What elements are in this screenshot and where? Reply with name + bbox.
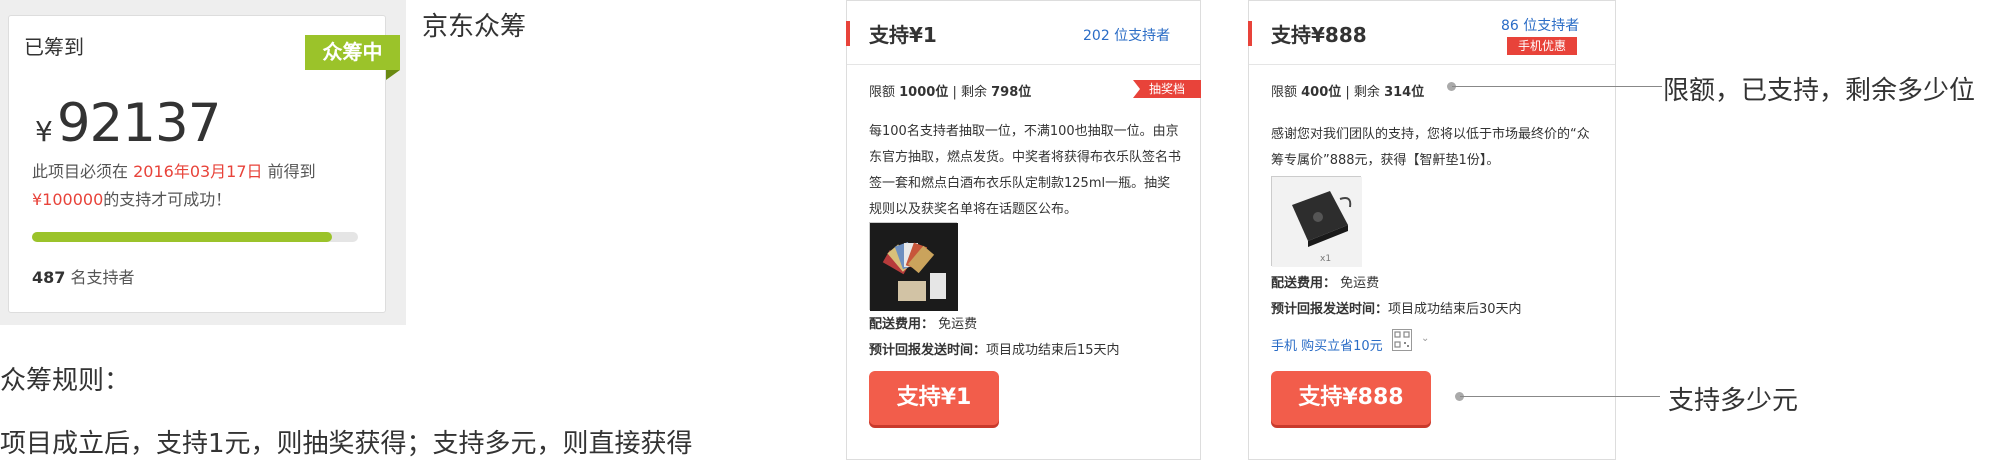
delivery-label: 预计回报发送时间： <box>869 343 987 358</box>
remaining-label: | 剩余 <box>948 85 992 100</box>
quota-label: 限额 <box>869 85 900 100</box>
delivery-value: 项目成功结束后30天内 <box>1388 302 1522 317</box>
qr-code-icon[interactable] <box>1392 329 1412 351</box>
tier-description: 每100名支持者抽取一位，不满100也抽取一位。由京东官方抽取，燃点发货。中奖者… <box>869 124 1182 217</box>
playing-cards-image-icon <box>870 223 958 311</box>
shipping-label: 配送费用： <box>869 317 935 332</box>
delivery-value: 项目成功结束后15天内 <box>986 343 1120 358</box>
tier-quota: 限额 1000位 | 剩余 798位 <box>869 81 1031 100</box>
lottery-tag: 抽奖档 <box>1133 80 1201 98</box>
shipping-info: 配送费用： 免运费 <box>869 313 977 332</box>
tier-quota: 限额 400位 | 剩余 314位 <box>1271 81 1424 100</box>
remaining-value: 314位 <box>1384 85 1425 100</box>
chevron-down-icon[interactable]: ⌄ <box>1421 333 1429 344</box>
jd-crowdfunding-label: 京东众筹 <box>422 12 527 42</box>
rules-text: 项目成立后，支持1元，则抽奖获得；支持多元，则直接获得 <box>0 429 693 459</box>
status-badge: 众筹中 <box>305 35 400 70</box>
goal-amount: ¥100000 <box>32 190 104 209</box>
mobile-discount-tag: 手机优惠 <box>1507 37 1577 55</box>
supporters-count-line: 487 名支持者 <box>32 264 135 288</box>
ribbon-fold-decoration <box>386 70 400 80</box>
pillow-pad-image-icon: x1 <box>1272 177 1362 267</box>
tier-title: 支持¥1 <box>869 23 937 47</box>
shipping-value: 免运费 <box>938 317 978 332</box>
shipping-info: 配送费用： 免运费 <box>1271 272 1379 291</box>
remaining-value: 798位 <box>991 85 1032 100</box>
raised-title: 已筹到 <box>24 35 84 59</box>
delivery-info: 预计回报发送时间：项目成功结束后15天内 <box>869 339 1120 358</box>
deadline-text: 此项目必须在 2016年03月17日 前得到 <box>32 158 316 182</box>
remaining-label: | 剩余 <box>1341 85 1385 100</box>
tier-header: 支持¥1 202 位支持者 <box>846 1 1200 65</box>
tier-accent-bar <box>1248 21 1252 46</box>
raised-amount: ¥92137 <box>35 93 222 154</box>
amount-value: 92137 <box>56 93 222 154</box>
photo-caption: x1 <box>1320 254 1331 264</box>
reward-tier-2: 支持¥888 86 位支持者 手机优惠 限额 400位 | 剩余 314位 感谢… <box>1248 0 1616 460</box>
reward-photo[interactable]: x1 <box>1271 176 1362 267</box>
rules-title: 众筹规则： <box>0 366 131 396</box>
reward-photo[interactable] <box>869 222 958 311</box>
tier-backers: 86 位支持者 <box>1501 18 1580 34</box>
goal-suffix: 的支持才可成功！ <box>103 190 232 209</box>
shipping-label: 配送费用： <box>1271 276 1337 291</box>
deadline-prefix: 此项目必须在 <box>32 162 134 181</box>
tier-header: 支持¥888 86 位支持者 手机优惠 <box>1248 1 1615 65</box>
tier-description: 感谢您对我们团队的支持，您将以低于市场最终价的“众筹专属价”888元，获得【智鼾… <box>1271 127 1590 168</box>
goal-text: ¥100000的支持才可成功！ <box>32 186 231 210</box>
reward-tier-1: 支持¥1 202 位支持者 限额 1000位 | 剩余 798位 抽奖档 每10… <box>846 0 1201 460</box>
lottery-tag-notch <box>1133 80 1140 98</box>
shipping-value: 免运费 <box>1340 276 1380 291</box>
quota-annotation: 限额，已支持，剩余多少位 <box>1663 76 1976 106</box>
tier-backers: 202 位支持者 <box>1083 28 1171 44</box>
support-1-button[interactable]: 支持¥1 <box>869 371 999 425</box>
support-888-button[interactable]: 支持¥888 <box>1271 371 1431 425</box>
delivery-info: 预计回报发送时间：项目成功结束后30天内 <box>1271 298 1522 317</box>
funding-progress-bar <box>32 232 358 242</box>
tier-accent-bar <box>846 21 850 46</box>
amount-annotation: 支持多少元 <box>1668 386 1799 416</box>
deadline-date: 2016年03月17日 <box>133 162 263 181</box>
quota-label: 限额 <box>1271 85 1302 100</box>
deadline-suffix: 前得到 <box>262 162 316 181</box>
annotation-leader-line <box>1460 396 1660 397</box>
quota-value: 400位 <box>1301 85 1342 100</box>
mobile-promo-link[interactable]: 手机 购买立省10元 <box>1271 335 1383 354</box>
supporters-label: 名支持者 <box>65 268 135 287</box>
annotation-leader-line <box>1452 86 1662 87</box>
tier-title: 支持¥888 <box>1271 23 1367 47</box>
delivery-label: 预计回报发送时间： <box>1271 302 1389 317</box>
funding-progress-fill <box>32 232 333 242</box>
supporters-count: 487 <box>32 268 66 287</box>
currency-symbol: ¥ <box>35 115 53 148</box>
quota-value: 1000位 <box>899 85 949 100</box>
